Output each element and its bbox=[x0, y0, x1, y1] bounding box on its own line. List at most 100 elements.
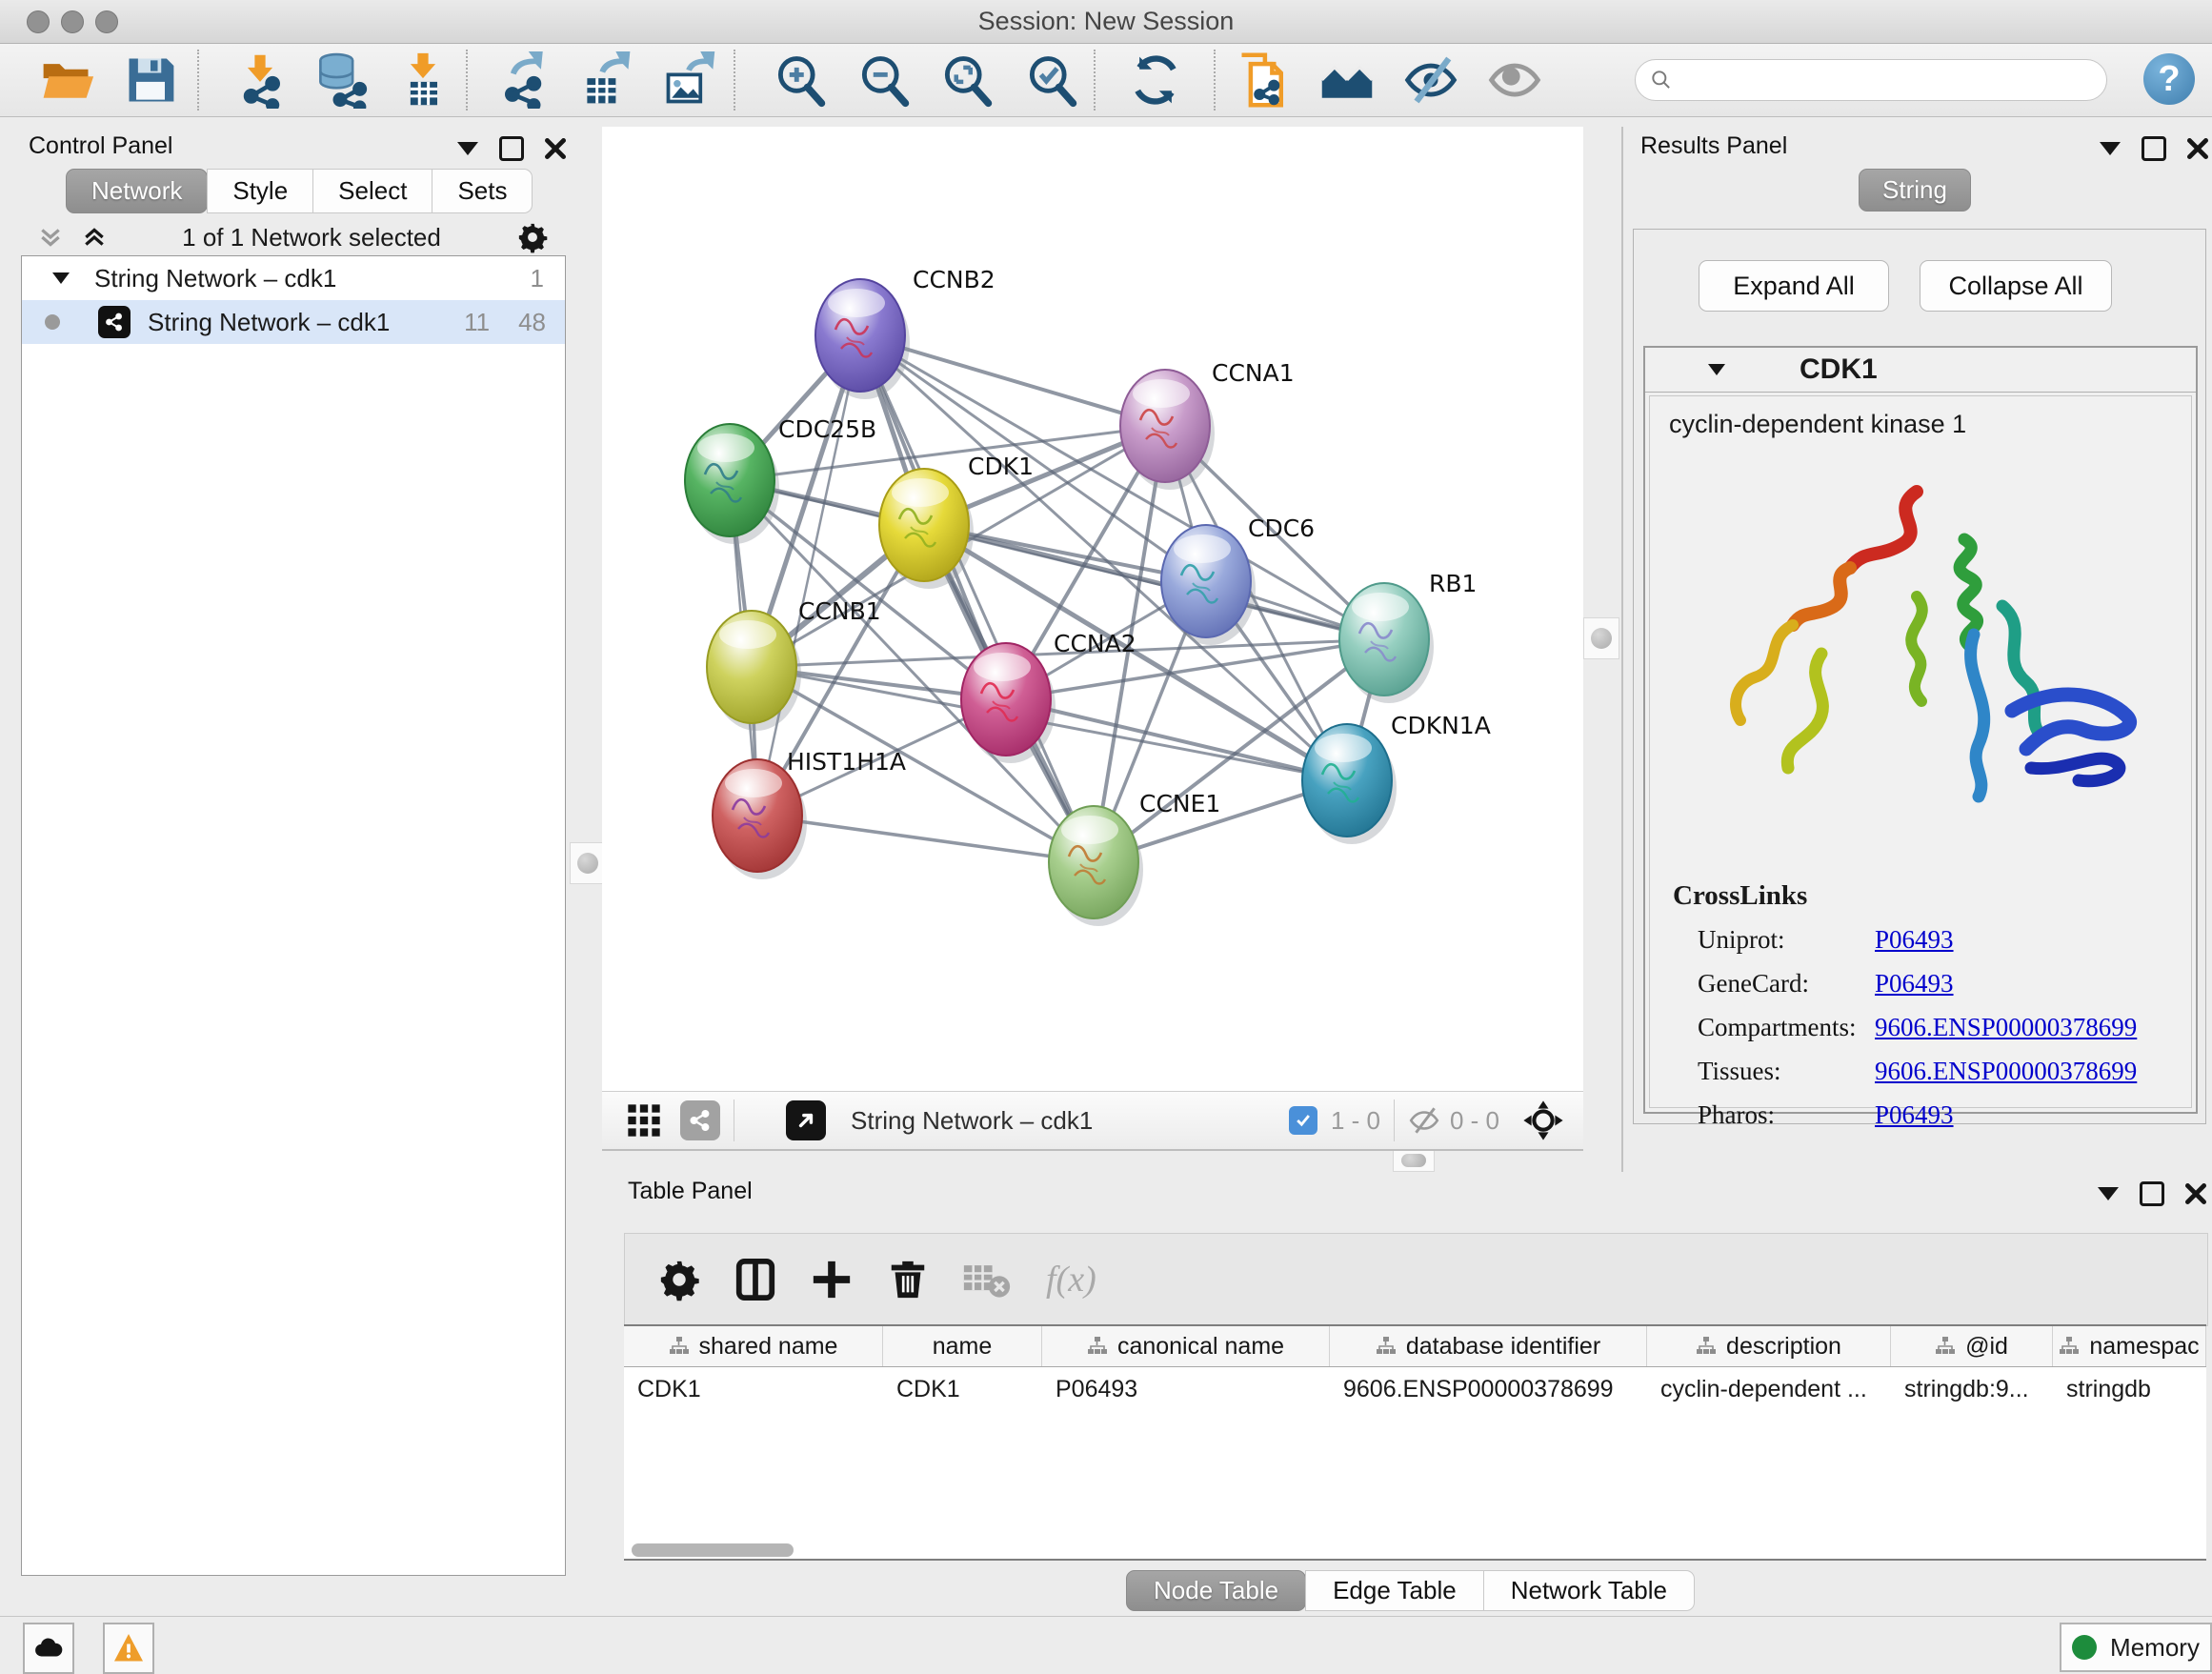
show-columns-icon[interactable] bbox=[734, 1258, 777, 1301]
warnings-button[interactable] bbox=[103, 1623, 154, 1674]
network-share-view-icon[interactable] bbox=[680, 1100, 720, 1140]
network-node[interactable]: CCNA1 bbox=[1120, 359, 1295, 490]
column-header[interactable]: shared name bbox=[624, 1326, 883, 1366]
collapse-all-chevron-icon[interactable] bbox=[38, 225, 63, 250]
panel-float-icon[interactable] bbox=[457, 142, 478, 155]
tab-style[interactable]: Style bbox=[207, 169, 313, 213]
table-cell: stringdb:9... bbox=[1891, 1367, 2053, 1411]
network-row[interactable]: String Network – cdk1 11 48 bbox=[22, 300, 565, 344]
zoom-out-icon[interactable] bbox=[855, 51, 913, 109]
protein-collapse-icon[interactable] bbox=[1708, 364, 1725, 375]
network-view-title: String Network – cdk1 bbox=[851, 1106, 1093, 1136]
network-edge[interactable] bbox=[1006, 699, 1347, 780]
column-header[interactable]: name bbox=[883, 1326, 1042, 1366]
panel-undock-icon[interactable] bbox=[2142, 136, 2166, 161]
column-header[interactable]: description bbox=[1647, 1326, 1891, 1366]
crosslink-link[interactable]: 9606.ENSP00000378699 bbox=[1875, 1013, 2137, 1042]
table-options-gear-icon[interactable] bbox=[657, 1258, 701, 1301]
network-edge[interactable] bbox=[757, 335, 860, 816]
export-table-icon[interactable] bbox=[578, 51, 635, 109]
help-button[interactable]: ? bbox=[2143, 53, 2195, 105]
show-all-icon[interactable] bbox=[1486, 51, 1543, 109]
tab-network[interactable]: Network bbox=[66, 169, 208, 213]
network-node[interactable]: RB1 bbox=[1339, 570, 1477, 703]
hidden-indicator-eye-icon[interactable] bbox=[1408, 1104, 1440, 1137]
zoom-fit-icon[interactable] bbox=[938, 51, 995, 109]
left-splitter-handle[interactable] bbox=[570, 842, 606, 884]
panel-float-icon[interactable] bbox=[2098, 1187, 2119, 1200]
network-edge[interactable] bbox=[757, 816, 1094, 862]
birds-eye-view-icon[interactable] bbox=[1522, 1099, 1564, 1141]
panel-undock-icon[interactable] bbox=[2140, 1181, 2164, 1206]
tab-string[interactable]: String bbox=[1859, 169, 1971, 212]
network-node[interactable]: CCNB2 bbox=[815, 266, 995, 399]
crosslink-link[interactable]: P06493 bbox=[1875, 925, 1954, 955]
table-horizontal-scrollbar[interactable] bbox=[632, 1543, 794, 1557]
network-edge[interactable] bbox=[860, 335, 1094, 862]
network-node[interactable]: CDKN1A bbox=[1302, 712, 1491, 844]
network-node[interactable]: CCNA2 bbox=[961, 630, 1136, 763]
grid-view-icon[interactable] bbox=[625, 1101, 663, 1140]
column-header[interactable]: namespac bbox=[2053, 1326, 2206, 1366]
network-canvas[interactable]: CCNB2 CCNA1 CDC25BCDK1 CDC6RB1 CCNB1 CCNA2 CDK… bbox=[602, 127, 1583, 1091]
expand-all-button[interactable]: Expand All bbox=[1699, 260, 1889, 312]
expand-all-chevron-icon[interactable] bbox=[82, 225, 107, 250]
crosslink-link[interactable]: P06493 bbox=[1875, 1100, 1954, 1130]
save-session-icon[interactable] bbox=[122, 51, 179, 109]
new-network-from-selection-icon[interactable] bbox=[1235, 51, 1292, 109]
crosslink-link[interactable]: P06493 bbox=[1875, 969, 1954, 998]
column-label: description bbox=[1726, 1333, 1841, 1361]
panel-close-icon[interactable] bbox=[2187, 138, 2208, 159]
network-node[interactable]: CDK1 bbox=[879, 453, 1034, 589]
bottom-splitter-handle[interactable] bbox=[1393, 1149, 1435, 1172]
delete-column-icon[interactable] bbox=[886, 1258, 930, 1301]
network-node[interactable]: CDC6 bbox=[1161, 514, 1315, 645]
network-node[interactable]: HIST1H1A bbox=[713, 748, 906, 879]
network-node[interactable]: CCNE1 bbox=[1049, 790, 1220, 926]
apply-layout-icon[interactable] bbox=[1127, 51, 1184, 109]
panel-undock-icon[interactable] bbox=[499, 136, 524, 161]
add-column-icon[interactable] bbox=[810, 1258, 854, 1301]
hide-selected-icon[interactable] bbox=[1402, 51, 1459, 109]
tab-sets[interactable]: Sets bbox=[432, 169, 533, 213]
export-network-icon[interactable] bbox=[496, 51, 553, 109]
zoom-in-icon[interactable] bbox=[772, 51, 829, 109]
import-network-database-icon[interactable] bbox=[312, 51, 369, 109]
selected-indicator-checkbox-icon[interactable] bbox=[1289, 1106, 1317, 1135]
panel-close-icon[interactable] bbox=[545, 138, 566, 159]
column-header[interactable]: canonical name bbox=[1042, 1326, 1330, 1366]
column-header[interactable]: database identifier bbox=[1330, 1326, 1647, 1366]
column-header[interactable]: @id bbox=[1891, 1326, 2053, 1366]
column-hierarchy-icon bbox=[1935, 1336, 1956, 1357]
open-session-icon[interactable] bbox=[38, 51, 95, 109]
network-name: String Network – cdk1 bbox=[148, 308, 390, 337]
search-input[interactable] bbox=[1635, 59, 2107, 101]
collapse-all-button[interactable]: Collapse All bbox=[1920, 260, 2112, 312]
crosslink-label: Compartments: bbox=[1698, 1013, 1875, 1042]
network-options-gear-icon[interactable] bbox=[516, 221, 549, 253]
network-node[interactable]: CDC25B bbox=[685, 415, 876, 544]
import-table-file-icon[interactable] bbox=[394, 51, 452, 109]
panel-close-icon[interactable] bbox=[2185, 1183, 2206, 1204]
table-cell: CDK1 bbox=[883, 1367, 1042, 1411]
network-collection-row[interactable]: String Network – cdk1 1 bbox=[22, 256, 565, 300]
tab-node-table[interactable]: Node Table bbox=[1126, 1570, 1306, 1611]
import-network-file-icon[interactable] bbox=[231, 51, 289, 109]
table-row[interactable]: CDK1CDK1P064939606.ENSP00000378699cyclin… bbox=[624, 1367, 2206, 1411]
crosslink-link[interactable]: 9606.ENSP00000378699 bbox=[1875, 1057, 2137, 1086]
zoom-selected-icon[interactable] bbox=[1023, 51, 1080, 109]
panel-float-icon[interactable] bbox=[2100, 142, 2121, 155]
network-node[interactable]: CCNB1 bbox=[707, 597, 881, 731]
memory-button[interactable]: Memory bbox=[2060, 1623, 2212, 1672]
collection-expand-icon[interactable] bbox=[52, 272, 70, 284]
protein-header-row[interactable]: CDK1 bbox=[1645, 348, 2196, 393]
crosslink-row: Pharos:P06493 bbox=[1650, 1093, 2191, 1137]
tab-network-table[interactable]: Network Table bbox=[1483, 1570, 1695, 1611]
detach-view-icon[interactable] bbox=[786, 1100, 826, 1140]
tab-select[interactable]: Select bbox=[312, 169, 432, 213]
right-splitter-handle[interactable] bbox=[1583, 617, 1619, 659]
first-neighbors-icon[interactable] bbox=[1318, 51, 1376, 109]
export-image-icon[interactable] bbox=[661, 51, 718, 109]
cloud-status-button[interactable] bbox=[23, 1623, 74, 1674]
tab-edge-table[interactable]: Edge Table bbox=[1305, 1570, 1484, 1611]
